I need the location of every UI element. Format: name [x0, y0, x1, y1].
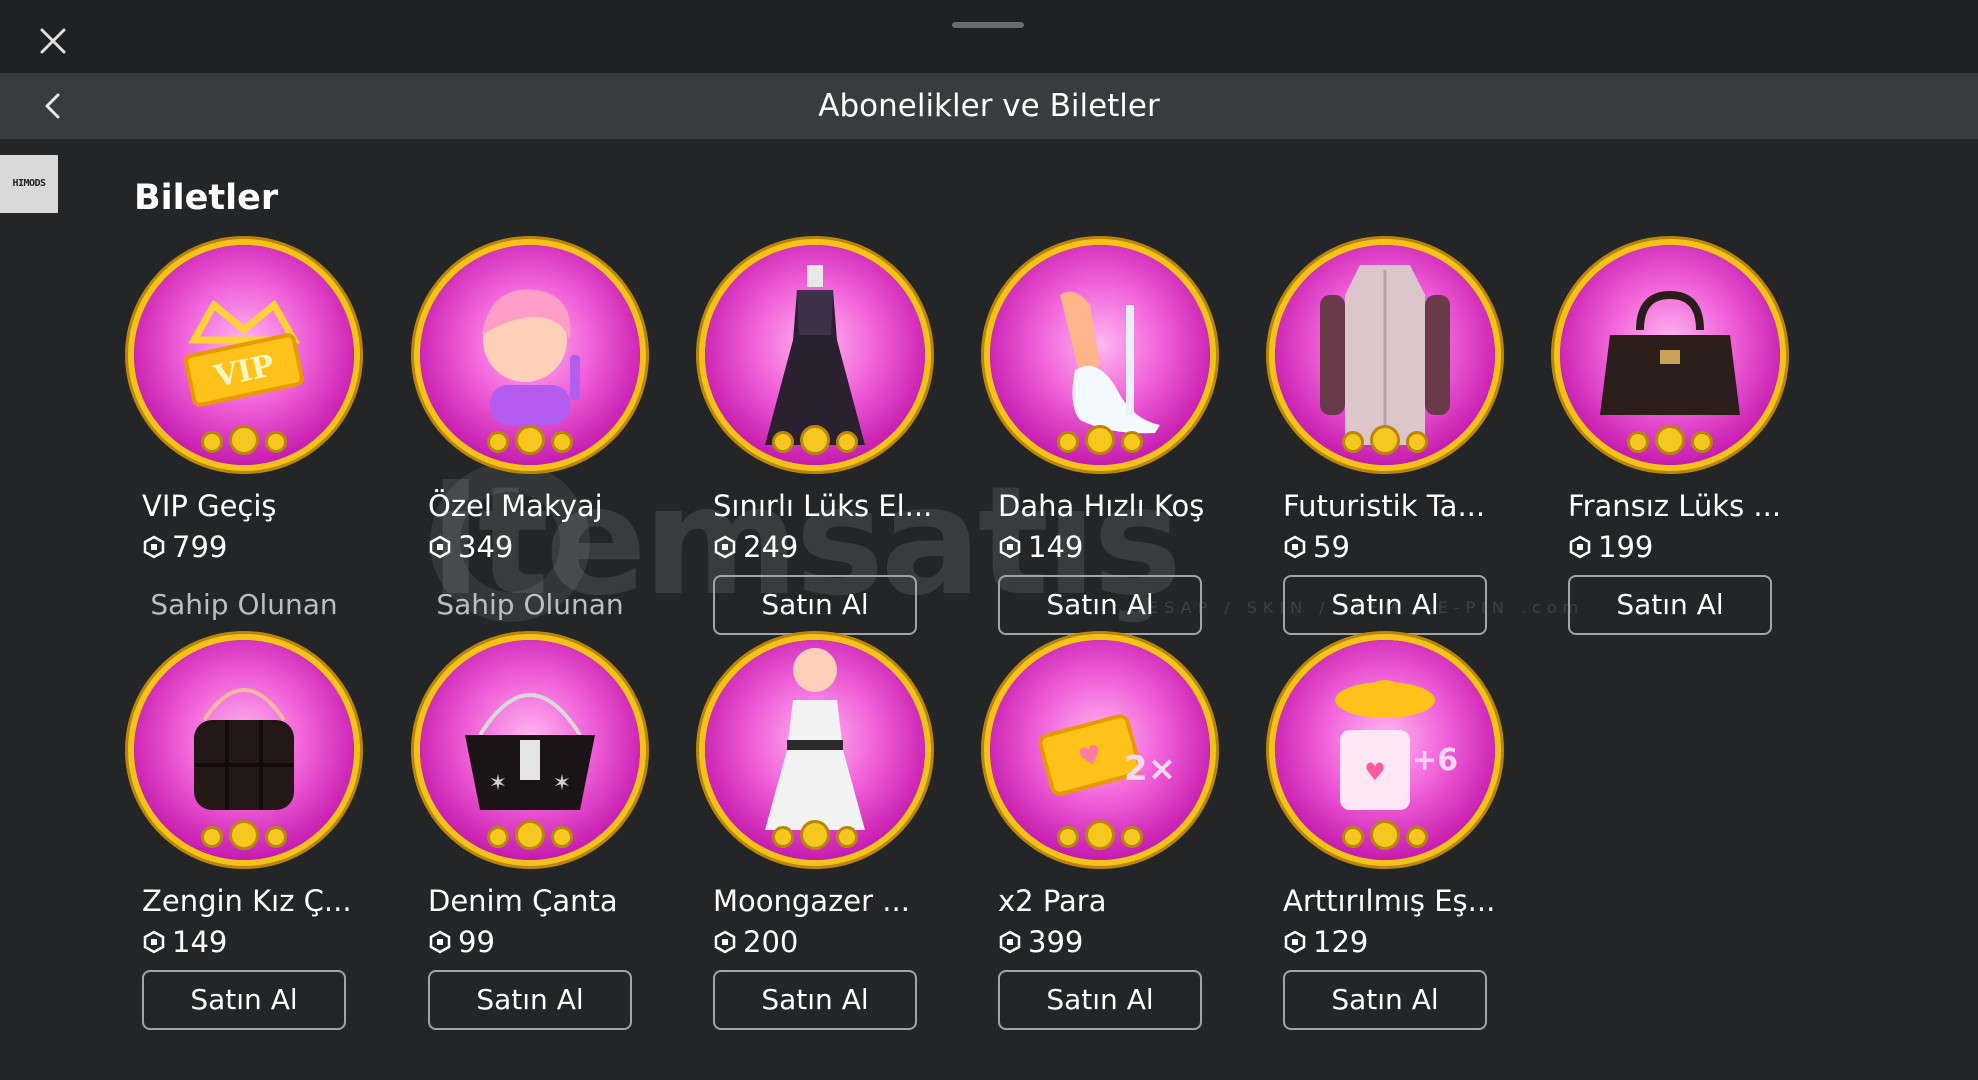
buy-button[interactable]: Satın Al	[998, 575, 1202, 635]
top-bar	[0, 0, 1978, 73]
owned-label: Sahip Olunan	[150, 588, 338, 621]
robux-icon	[1284, 930, 1306, 954]
ticket-price: 129	[1283, 925, 1368, 959]
buy-button[interactable]: Satın Al	[713, 575, 917, 635]
ticket-price: 349	[428, 530, 513, 564]
price-value: 149	[1028, 530, 1084, 564]
ticket-price: 249	[713, 530, 798, 564]
chevron-left-icon	[45, 93, 60, 119]
ticket-card[interactable]: ♥ 2× x2 Para 399 Satın Al	[990, 640, 1250, 1030]
ticket-name: Daha Hızlı Koş	[998, 489, 1205, 523]
buy-button[interactable]: Satın Al	[428, 970, 632, 1030]
price-value: 199	[1598, 530, 1654, 564]
page-title: Abonelikler ve Biletler	[818, 88, 1160, 124]
price-value: 99	[458, 925, 495, 959]
section-title: Biletler	[134, 178, 279, 218]
svg-text:2×: 2×	[1124, 749, 1176, 789]
close-button[interactable]	[36, 24, 70, 58]
svg-text:♥: ♥	[1364, 758, 1386, 786]
robux-icon	[143, 930, 165, 954]
ticket-name: Zengin Kız Ç...	[142, 884, 352, 918]
price-value: 349	[458, 530, 514, 564]
back-button[interactable]	[38, 89, 68, 123]
owned-label: Sahip Olunan	[436, 588, 624, 621]
svg-text:+6: +6	[1412, 743, 1458, 778]
ticket-card[interactable]: Zengin Kız Ç... 149 Satın Al	[134, 640, 394, 1030]
price-value: 59	[1313, 530, 1350, 564]
ticket-name: Fransız Lüks ...	[1568, 489, 1782, 523]
ticket-thumbnail[interactable]	[1275, 245, 1495, 465]
buy-button[interactable]: Satın Al	[1283, 575, 1487, 635]
robux-icon	[999, 535, 1021, 559]
robux-icon	[1284, 535, 1306, 559]
robux-icon	[1569, 535, 1591, 559]
navigation-bar: Abonelikler ve Biletler	[0, 73, 1978, 139]
ticket-price: 59	[1283, 530, 1350, 564]
ticket-thumbnail[interactable]	[705, 640, 925, 860]
ticket-name: VIP Geçiş	[142, 489, 277, 523]
ticket-thumbnail[interactable]: ♥ 2×	[990, 640, 1210, 860]
ticket-card[interactable]: Sınırlı Lüks El... 249 Satın Al	[705, 245, 965, 635]
ticket-name: Sınırlı Lüks El...	[713, 489, 933, 523]
buy-button[interactable]: Satın Al	[713, 970, 917, 1030]
price-value: 399	[1028, 925, 1084, 959]
robux-icon	[999, 930, 1021, 954]
robux-icon	[143, 535, 165, 559]
ticket-thumbnail[interactable]	[134, 640, 354, 860]
ticket-price: 799	[142, 530, 227, 564]
ticket-card[interactable]: Moongazer ... 200 Satın Al	[705, 640, 965, 1030]
ticket-card[interactable]: Fransız Lüks ... 199 Satın Al	[1560, 245, 1820, 635]
buy-button[interactable]: Satın Al	[1568, 575, 1772, 635]
svg-text:✶: ✶	[553, 771, 571, 796]
buy-button[interactable]: Satın Al	[1283, 970, 1487, 1030]
ticket-thumbnail[interactable]	[705, 245, 925, 465]
robux-icon	[429, 535, 451, 559]
ticket-name: Moongazer ...	[713, 884, 910, 918]
ticket-card[interactable]: VIP VIP Geçiş 799 Sahip Olunan	[134, 245, 394, 625]
ticket-thumbnail[interactable]: ✶ ✶	[420, 640, 640, 860]
ticket-thumbnail[interactable]	[990, 245, 1210, 465]
ticket-price: 200	[713, 925, 798, 959]
drag-handle[interactable]	[952, 22, 1024, 28]
robux-icon	[429, 930, 451, 954]
ticket-thumbnail[interactable]	[1560, 245, 1780, 465]
ticket-price: 149	[142, 925, 227, 959]
robux-icon	[714, 535, 736, 559]
buy-button[interactable]: Satın Al	[998, 970, 1202, 1030]
ticket-name: x2 Para	[998, 884, 1107, 918]
ticket-price: 149	[998, 530, 1083, 564]
robux-icon	[714, 930, 736, 954]
close-icon	[40, 28, 66, 54]
ticket-name: Denim Çanta	[428, 884, 618, 918]
ticket-card[interactable]: Özel Makyaj 349 Sahip Olunan	[420, 245, 680, 625]
ticket-thumbnail[interactable]: ♥ +6	[1275, 640, 1495, 860]
ticket-name: Futuristik Ta...	[1283, 489, 1486, 523]
side-logo-badge[interactable]: HIMODS	[0, 155, 58, 213]
price-value: 249	[743, 530, 799, 564]
ticket-price: 199	[1568, 530, 1653, 564]
ticket-card[interactable]: ♥ +6 Arttırılmış Eş... 129 Satın Al	[1275, 640, 1535, 1030]
price-value: 129	[1313, 925, 1369, 959]
buy-button[interactable]: Satın Al	[142, 970, 346, 1030]
price-value: 799	[172, 530, 228, 564]
ticket-name: Özel Makyaj	[428, 489, 603, 523]
ticket-thumbnail[interactable]	[420, 245, 640, 465]
ticket-price: 99	[428, 925, 495, 959]
ticket-card[interactable]: Daha Hızlı Koş 149 Satın Al	[990, 245, 1250, 635]
svg-text:✶: ✶	[489, 771, 507, 796]
price-value: 149	[172, 925, 228, 959]
ticket-card[interactable]: Futuristik Ta... 59 Satın Al	[1275, 245, 1535, 635]
ticket-name: Arttırılmış Eş...	[1283, 884, 1496, 918]
ticket-thumbnail[interactable]: VIP	[134, 245, 354, 465]
ticket-card[interactable]: ✶ ✶ Denim Çanta 99 Satın Al	[420, 640, 680, 1030]
ticket-price: 399	[998, 925, 1083, 959]
price-value: 200	[743, 925, 799, 959]
